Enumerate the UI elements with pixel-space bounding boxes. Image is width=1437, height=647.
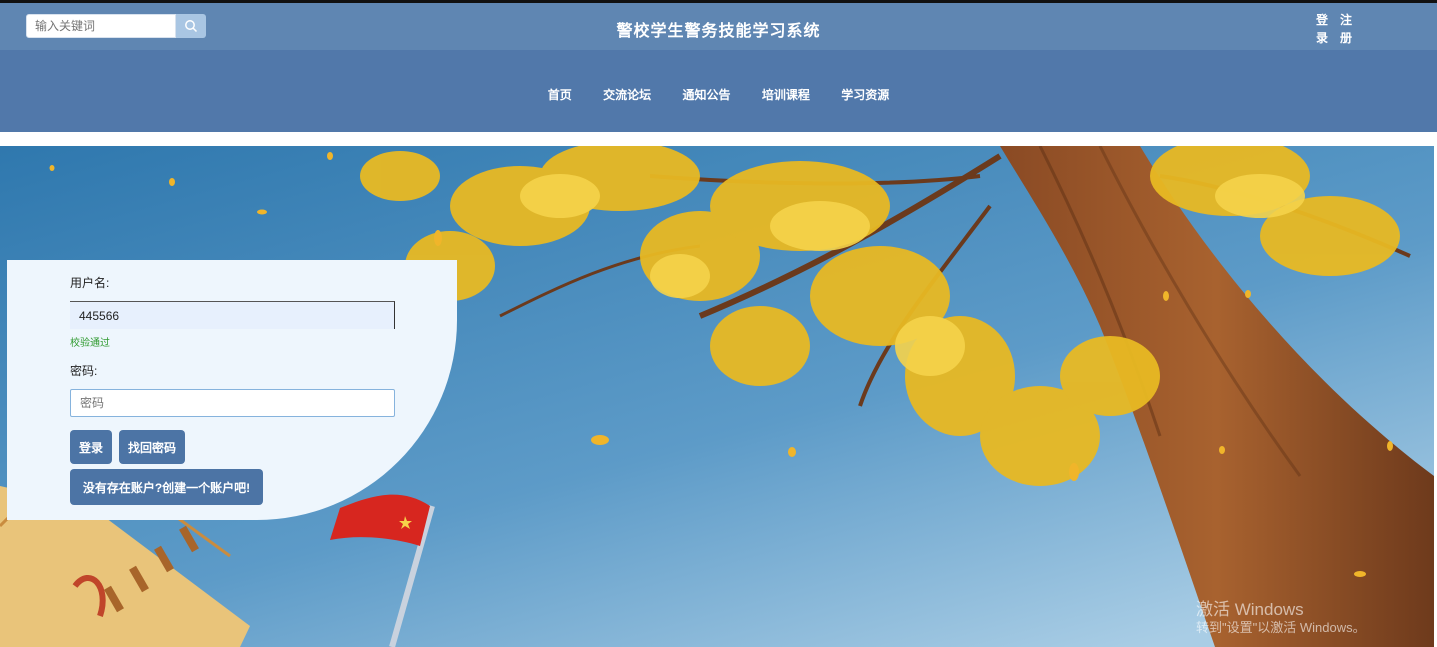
watermark-line-2: 转到"设置"以激活 Windows。 — [1196, 620, 1366, 635]
top-bar: 警校学生警务技能学习系统 登 录 注 册 — [0, 0, 1437, 50]
windows-activation-watermark: 激活 Windows 转到"设置"以激活 Windows。 — [1196, 600, 1366, 636]
password-label: 密码: — [70, 364, 98, 378]
username-validation-message: 校验通过 — [70, 338, 110, 349]
login-link-char-2[interactable]: 录 — [1316, 29, 1328, 46]
forgot-password-button[interactable]: 找回密码 — [119, 430, 185, 464]
nav-item-courses[interactable]: 培训课程 — [762, 86, 810, 103]
username-label: 用户名: — [70, 276, 110, 290]
nav-item-notices[interactable]: 通知公告 — [682, 86, 730, 103]
watermark-line-1: 激活 Windows — [1196, 600, 1304, 619]
login-button[interactable]: 登录 — [70, 430, 112, 464]
nav-menu: 首页 交流论坛 通知公告 培训课程 学习资源 — [0, 86, 1437, 103]
header-divider — [0, 132, 1437, 146]
create-account-button[interactable]: 没有存在账户?创建一个账户吧! — [70, 469, 263, 505]
username-input[interactable] — [70, 301, 395, 329]
main-nav: 首页 交流论坛 通知公告 培训课程 学习资源 — [0, 50, 1437, 132]
nav-item-home[interactable]: 首页 — [548, 86, 572, 103]
site-title: 警校学生警务技能学习系统 — [616, 23, 821, 40]
nav-item-forum[interactable]: 交流论坛 — [603, 86, 651, 103]
login-link-char-1[interactable]: 登 — [1316, 11, 1328, 28]
register-link-char-1[interactable]: 注 — [1340, 11, 1352, 28]
password-input[interactable] — [70, 389, 395, 417]
nav-item-resources[interactable]: 学习资源 — [841, 86, 889, 103]
register-link-char-2[interactable]: 册 — [1340, 29, 1352, 46]
